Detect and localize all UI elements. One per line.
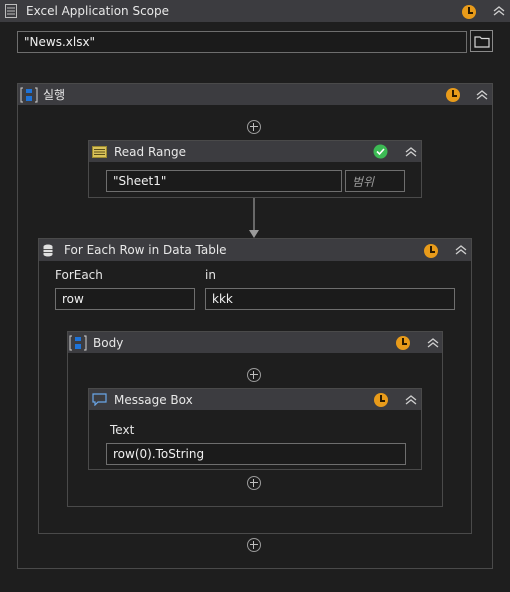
clock-icon[interactable] [461,4,476,19]
body-title: Body [93,335,124,350]
for-each-header: For Each Row in Data Table [39,239,471,261]
message-box-header: Message Box [89,389,421,410]
foreach-label: ForEach [55,268,103,282]
add-activity-icon[interactable] [247,120,261,134]
sequence-title: 실행 [43,88,66,102]
validated-check-icon [373,144,388,159]
clock-icon[interactable] [395,335,410,350]
sequence-header: 실행 [18,84,492,105]
collapse-chevron-icon[interactable] [474,87,490,103]
collapse-chevron-icon[interactable] [425,335,441,351]
range-input[interactable]: 범위 [345,170,405,192]
collapse-chevron-icon[interactable] [403,144,419,160]
browse-folder-button[interactable] [470,30,493,52]
sheet-name-input[interactable]: "Sheet1" [106,170,342,192]
data-table-icon [41,242,55,258]
datatable-input[interactable]: kkk [205,288,455,310]
scope-title: Excel Application Scope [26,4,170,18]
add-activity-icon[interactable] [247,476,261,490]
workbook-path-input[interactable]: "News.xlsx" [17,31,467,53]
message-box-title: Message Box [114,392,193,407]
flow-connector-arrow [249,198,259,238]
add-activity-icon[interactable] [247,538,261,552]
message-box-activity[interactable]: Message Box Text row(0).ToString [88,388,422,470]
collapse-chevron-icon[interactable] [491,3,507,19]
message-text-input[interactable]: row(0).ToString [106,443,406,465]
message-box-icon [91,392,107,407]
sequence-icon [20,86,38,103]
for-each-title: For Each Row in Data Table [64,243,227,257]
text-label: Text [110,423,135,437]
clock-icon[interactable] [445,87,460,102]
body-header: Body [68,332,442,353]
foreach-item-input[interactable]: row [55,288,195,310]
read-range-title: Read Range [114,144,186,159]
folder-icon [473,33,491,49]
add-activity-icon[interactable] [247,368,261,382]
clock-icon[interactable] [373,392,388,407]
read-range-header: Read Range [89,141,421,162]
clock-icon[interactable] [423,243,438,258]
in-label: in [205,268,216,282]
scope-header: Excel Application Scope [0,0,510,22]
read-range-activity[interactable]: Read Range "Sheet1" 범위 [88,140,422,198]
read-range-icon [91,144,107,159]
sequence-icon [69,334,87,351]
collapse-chevron-icon[interactable] [453,242,469,258]
excel-scope-icon [4,4,18,18]
collapse-chevron-icon[interactable] [403,392,419,408]
